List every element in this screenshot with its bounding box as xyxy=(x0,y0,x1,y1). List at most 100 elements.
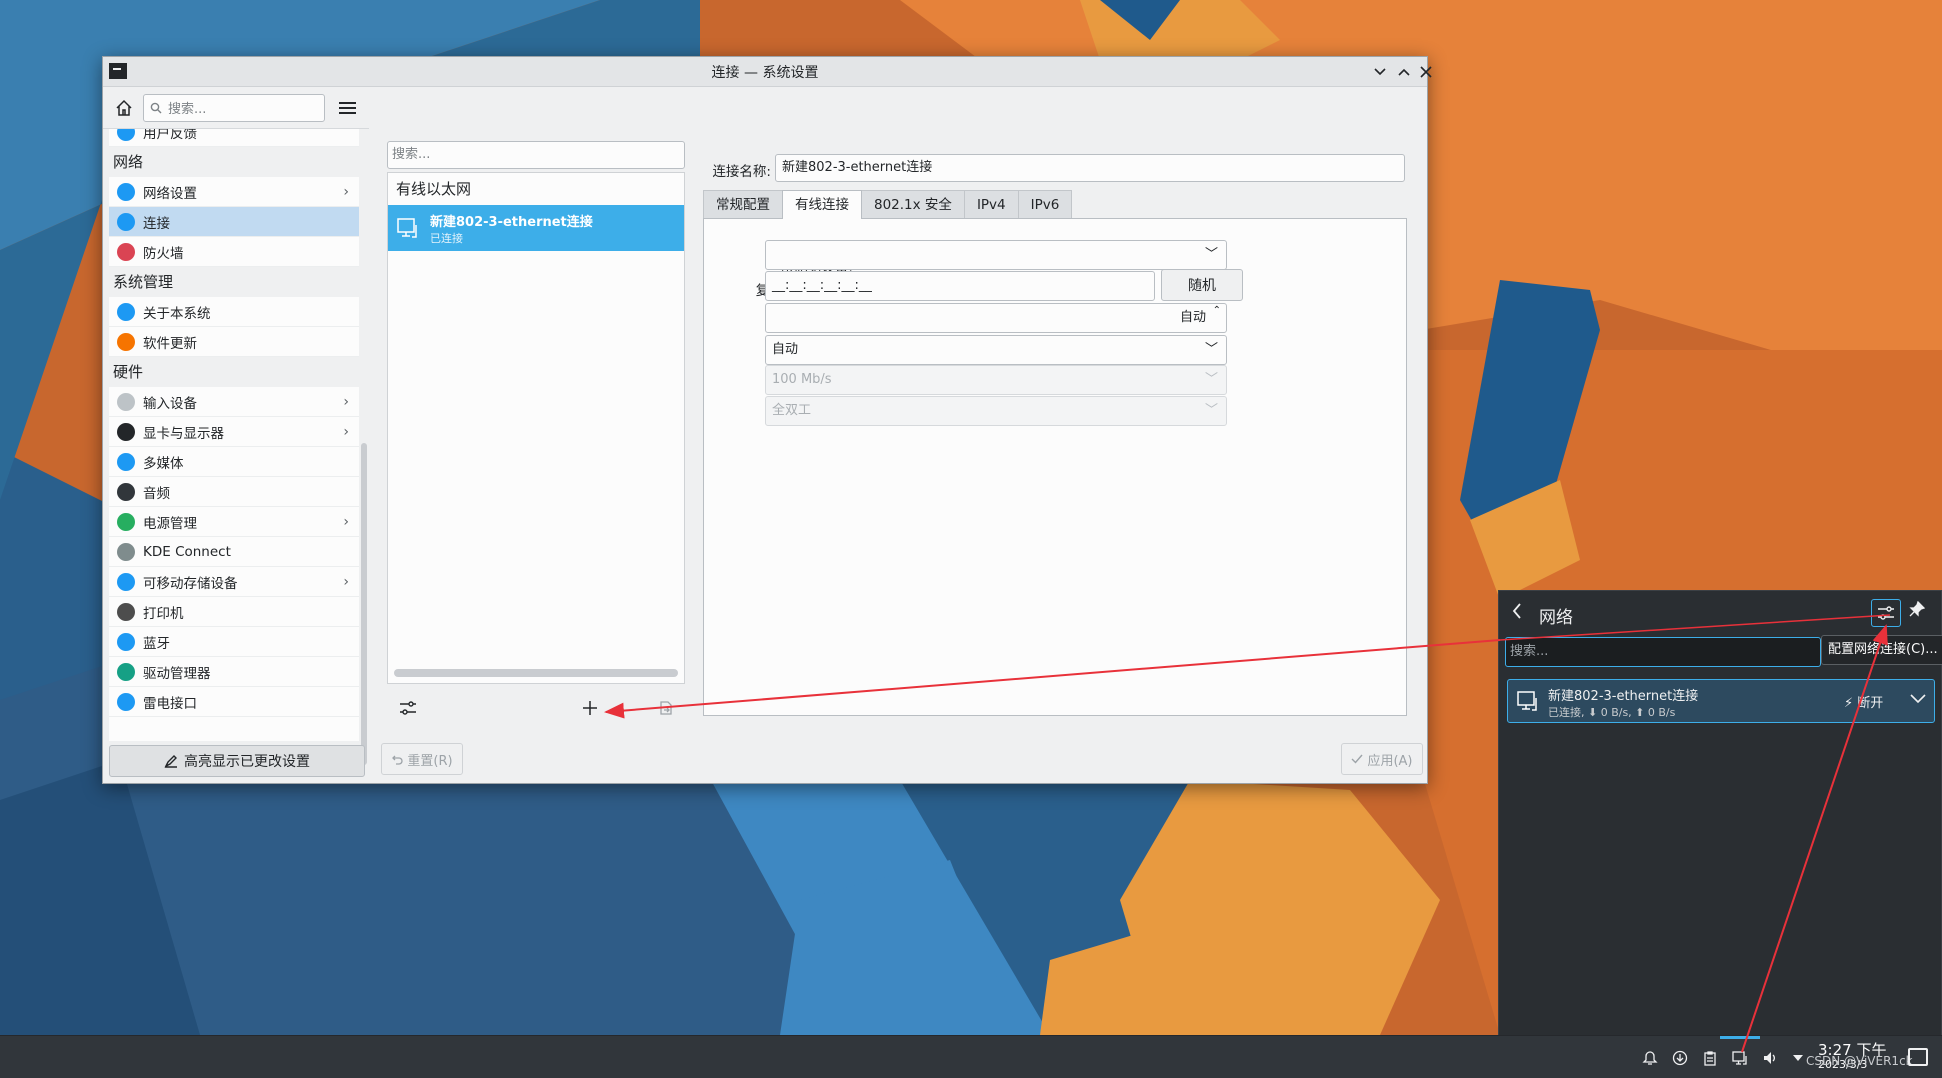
speed-select: 100 Mb/s ﹀ xyxy=(765,365,1227,395)
active-tray-indicator xyxy=(1720,1036,1760,1039)
connection-search-placeholder: 搜索... xyxy=(392,147,431,162)
sidebar-scrollbar[interactable] xyxy=(361,443,367,765)
connection-search-input[interactable]: 搜索... xyxy=(387,141,685,169)
sidebar-item-label: 打印机 xyxy=(143,605,184,622)
pin-icon[interactable] xyxy=(1909,600,1926,621)
connection-list-item[interactable]: 新建802-3-ethernet连接 已连接 xyxy=(388,205,684,251)
sidebar-list: 用户反馈 网络 网络设置 › 连接 防火墙 系统管理 关于本系统 软件更新 硬件 输入设备 › 显卡与显… xyxy=(109,129,359,741)
chevron-down-icon: ﹀ xyxy=(1204,403,1218,418)
network-search-placeholder: 搜索... xyxy=(1510,644,1549,659)
sidebar-item[interactable]: 输入设备 › xyxy=(109,387,359,417)
sidebar-item[interactable]: 蓝牙 xyxy=(109,627,359,657)
sidebar-item-label: 蓝牙 xyxy=(143,635,170,652)
update-notifier-icon[interactable] xyxy=(1670,1048,1690,1068)
clone-mac-input[interactable]: __:__:__:__:__:__ xyxy=(765,271,1155,301)
add-connection-icon[interactable] xyxy=(579,697,601,719)
sidebar-item[interactable]: 多媒体 xyxy=(109,447,359,477)
export-connection-icon[interactable] xyxy=(655,697,677,719)
update-icon xyxy=(117,332,135,351)
configure-network-icon[interactable] xyxy=(1871,599,1901,627)
sidebar-item[interactable]: 防火墙 xyxy=(109,237,359,267)
notifications-icon[interactable] xyxy=(1640,1048,1660,1068)
sidebar-item[interactable]: 关于本系统 xyxy=(109,297,359,327)
sidebar-item-label: 网络设置 xyxy=(143,185,197,202)
network-popup-title: 网络 xyxy=(1539,608,1573,628)
chevron-right-icon: › xyxy=(343,184,349,200)
home-icon[interactable] xyxy=(113,97,135,119)
title-bar[interactable]: 连接 — 系统设置 xyxy=(103,57,1432,87)
network-tray-icon[interactable] xyxy=(1730,1048,1750,1068)
editor-tab-bar: 常规配置 有线连接 802.1x 安全 IPv4 IPv6 xyxy=(703,190,1073,219)
chevron-right-icon: › xyxy=(343,424,349,440)
connection-name-input[interactable]: 新建802-3-ethernet连接 xyxy=(775,154,1405,182)
disconnect-plug-icon: ⚡ xyxy=(1844,696,1854,711)
sidebar-category: 系统管理 xyxy=(109,267,359,297)
network-connection-item[interactable]: 新建802-3-ethernet连接 已连接, ⬇ 0 B/s, ⬆ 0 B/s… xyxy=(1507,679,1935,723)
sidebar-item[interactable]: 驱动管理器 xyxy=(109,657,359,687)
sidebar-category: 硬件 xyxy=(109,357,359,387)
sidebar-item-label: 输入设备 xyxy=(143,395,197,412)
expand-chevron-icon[interactable] xyxy=(1910,689,1926,708)
chevron-right-icon: › xyxy=(343,574,349,590)
sidebar-item[interactable]: 音频 xyxy=(109,477,359,507)
sidebar: 搜索... 用户反馈 网络 网络设置 › 连接 防火墙 系统管理 关于本系统 软件更新 硬件 输入设… xyxy=(103,87,369,783)
mtu-spinbox[interactable]: 自动 ⌃⌄ xyxy=(765,303,1227,344)
sidebar-item[interactable]: 连接 xyxy=(109,207,359,237)
hamburger-menu-icon[interactable] xyxy=(339,97,361,119)
printer-icon xyxy=(117,602,135,621)
sidebar-item[interactable]: 显卡与显示器 › xyxy=(109,417,359,447)
restrict-device-select[interactable]: ﹀ xyxy=(765,240,1227,270)
sidebar-item[interactable]: 打印机 xyxy=(109,597,359,627)
taskbar: 3:27 下午 2023/3/3 CSDN @ViVER1ck xyxy=(0,1035,1942,1078)
sidebar-item-label: 关于本系统 xyxy=(143,305,211,322)
info-icon xyxy=(117,302,135,321)
reset-label: 重置(R) xyxy=(407,753,453,769)
show-desktop-icon[interactable] xyxy=(1908,1048,1928,1066)
editor-tab[interactable]: 有线连接 xyxy=(782,190,862,219)
network-search-input[interactable]: 搜索... xyxy=(1505,637,1821,667)
undo-icon xyxy=(392,755,403,765)
chevron-down-icon: ﹀ xyxy=(1204,342,1218,357)
volume-icon[interactable] xyxy=(1760,1048,1780,1068)
chevron-down-icon: ﹀ xyxy=(1204,372,1218,387)
driver-icon xyxy=(117,662,135,681)
sidebar-item-label: 防火墙 xyxy=(143,245,184,262)
app-icon[interactable] xyxy=(109,63,127,79)
sidebar-search-input[interactable]: 搜索... xyxy=(143,93,325,122)
disconnect-label: 断开 xyxy=(1857,696,1884,711)
sidebar-item-label: 软件更新 xyxy=(143,335,197,352)
apply-button[interactable]: 应用(A) xyxy=(1341,743,1423,775)
random-mac-button[interactable]: 随机 xyxy=(1161,269,1243,301)
editor-tab[interactable]: IPv6 xyxy=(1017,190,1073,218)
duplex-select: 全双工 ﹀ xyxy=(765,396,1227,426)
connection-list-scrollbar[interactable] xyxy=(394,669,678,677)
tray-expand-icon[interactable] xyxy=(1788,1048,1808,1068)
sidebar-item[interactable]: 软件更新 xyxy=(109,327,359,357)
maximize-icon[interactable] xyxy=(1393,61,1415,83)
reset-button[interactable]: 重置(R) xyxy=(381,743,463,775)
configure-sliders-icon[interactable] xyxy=(397,697,419,719)
link-negotiation-select[interactable]: 自动 ﹀ xyxy=(765,335,1227,365)
sidebar-item[interactable]: 电源管理 › xyxy=(109,507,359,537)
sidebar-item[interactable]: 可移动存储设备 › xyxy=(109,567,359,597)
sidebar-category: 网络 xyxy=(109,147,359,177)
highlight-changed-settings-button[interactable]: 高亮显示已更改设置 xyxy=(109,745,365,777)
clipboard-icon[interactable] xyxy=(1700,1048,1720,1068)
globe-icon xyxy=(117,212,135,231)
minimize-icon[interactable] xyxy=(1369,61,1391,83)
system-settings-window: 连接 — 系统设置 搜索... 用户反馈 网络网络设置 › 连接防火墙系统管理关于本系… xyxy=(102,56,1432,784)
disconnect-button[interactable]: ⚡ 断开 xyxy=(1844,692,1883,711)
connection-item-status: 已连接 xyxy=(430,231,463,245)
duplex-value: 全双工 xyxy=(772,403,812,418)
sidebar-item[interactable]: 网络设置 › xyxy=(109,177,359,207)
sidebar-item[interactable]: 用户反馈 xyxy=(109,129,359,147)
close-icon[interactable] xyxy=(1415,61,1437,83)
watermark-text: CSDN @ViVER1ck xyxy=(1806,1054,1913,1068)
editor-tab[interactable]: 802.1x 安全 xyxy=(861,190,965,218)
editor-tab[interactable]: IPv4 xyxy=(963,190,1019,218)
sidebar-item[interactable]: KDE Connect xyxy=(109,537,359,567)
phone-icon xyxy=(117,542,135,561)
back-arrow-icon[interactable] xyxy=(1511,601,1523,625)
editor-tab[interactable]: 常规配置 xyxy=(703,190,783,218)
sidebar-item[interactable]: 雷电接口 xyxy=(109,687,359,717)
